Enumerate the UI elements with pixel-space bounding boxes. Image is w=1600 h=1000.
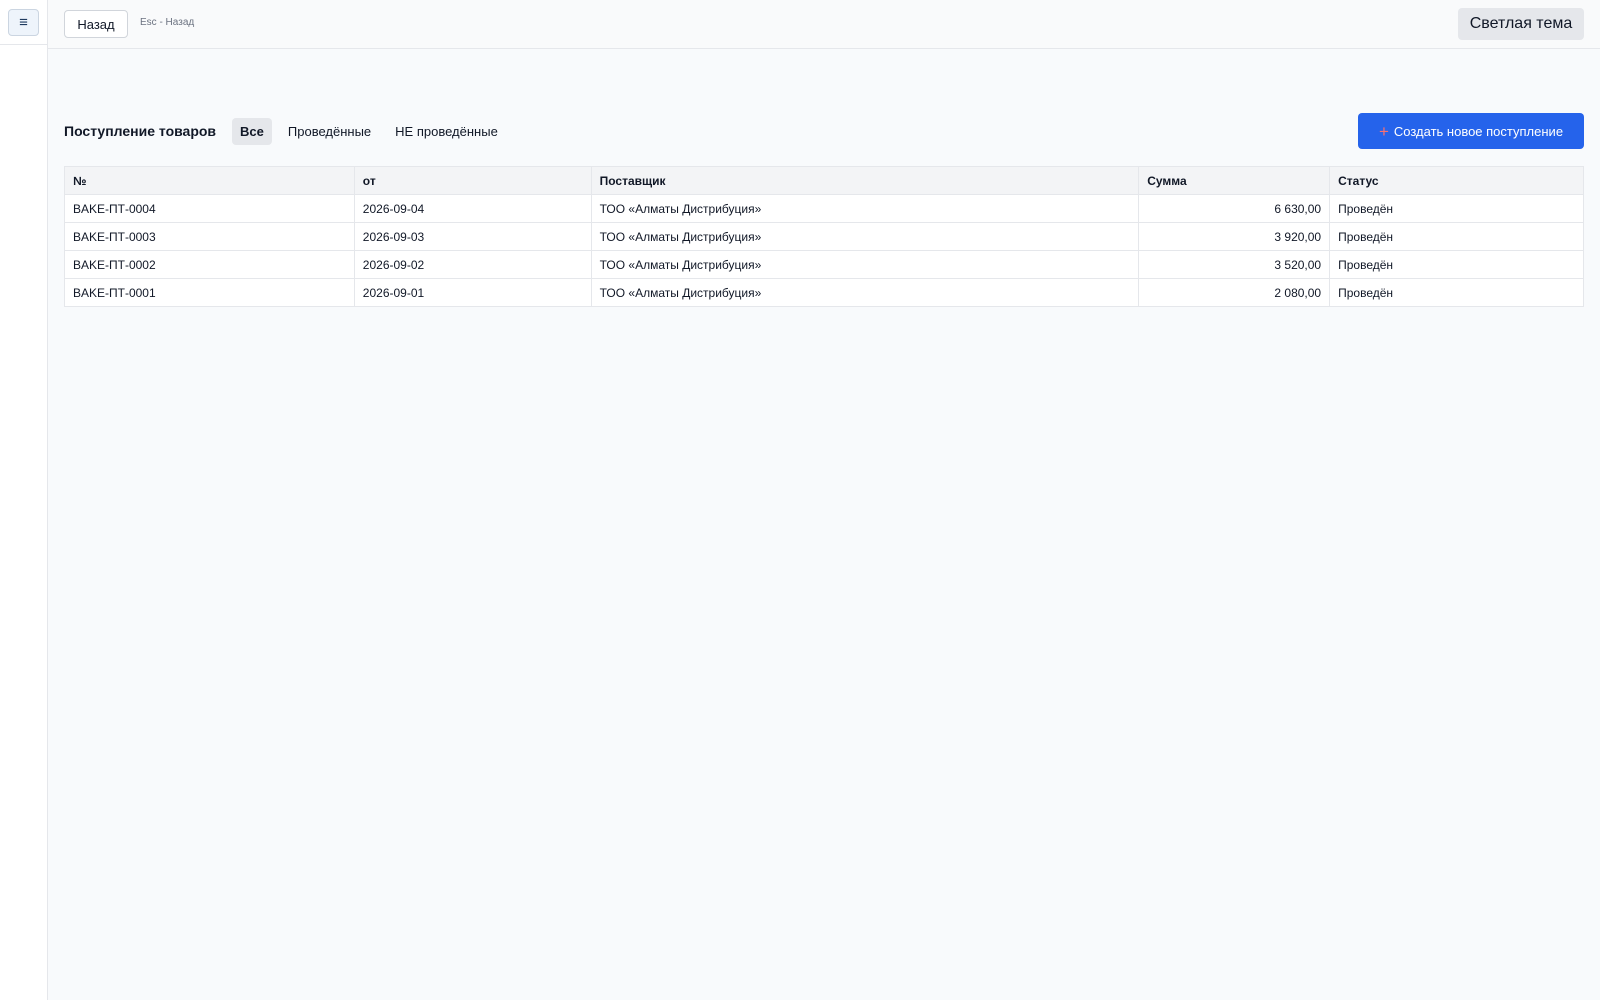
menu-icon[interactable]: ≡ [8, 8, 39, 36]
table-row[interactable]: BAKE-ПТ-0002 2026-09-02 ТОО «Алматы Дист… [64, 250, 1584, 279]
cell-status: Проведён [1329, 194, 1584, 223]
cell-date: 2026-09-03 [353, 222, 592, 251]
table-row[interactable]: BAKE-ПТ-0003 2026-09-03 ТОО «Алматы Дист… [64, 222, 1584, 251]
column-header-number[interactable]: № [64, 166, 355, 195]
sidebar-header: ≡ [0, 0, 47, 45]
plus-icon: + [1378, 121, 1389, 141]
main-content: Поступление товаров Все Проведённые НЕ п… [64, 113, 1584, 307]
cell-status: Проведён [1329, 222, 1584, 251]
cell-date: 2026-09-01 [353, 278, 592, 307]
cell-amount: 3 520,00 [1138, 250, 1331, 279]
cell-supplier: ТОО «Алматы Дистрибуция» [590, 250, 1140, 279]
page-header: Поступление товаров Все Проведённые НЕ п… [64, 113, 1584, 149]
table-row[interactable]: BAKE-ПТ-0001 2026-09-01 ТОО «Алматы Дист… [64, 278, 1584, 307]
filter-all[interactable]: Все [232, 117, 272, 145]
filter-not-posted[interactable]: НЕ проведённые [387, 118, 506, 145]
column-header-amount[interactable]: Сумма [1138, 166, 1331, 195]
receipts-table: № от Поставщик Сумма Статус BAKE-ПТ-0004… [64, 166, 1584, 307]
cell-status: Проведён [1329, 278, 1584, 307]
cell-status: Проведён [1329, 250, 1584, 279]
cell-amount: 2 080,00 [1138, 278, 1331, 307]
cell-amount: 3 920,00 [1138, 222, 1331, 251]
esc-hint: Esc - Назад [140, 17, 195, 28]
cell-number: BAKE-ПТ-0001 [64, 278, 355, 307]
table-header-row: № от Поставщик Сумма Статус [64, 166, 1584, 195]
cell-supplier: ТОО «Алматы Дистрибуция» [590, 194, 1140, 223]
create-receipt-label: Создать новое поступление [1393, 123, 1564, 139]
column-header-supplier[interactable]: Поставщик [590, 166, 1140, 195]
column-header-date[interactable]: от [353, 166, 592, 195]
cell-date: 2026-09-02 [353, 250, 592, 279]
cell-number: BAKE-ПТ-0003 [64, 222, 355, 251]
column-header-status[interactable]: Статус [1329, 166, 1584, 195]
page-title: Поступление товаров [64, 123, 217, 139]
cell-number: BAKE-ПТ-0004 [64, 194, 355, 223]
cell-amount: 6 630,00 [1138, 194, 1331, 223]
cell-date: 2026-09-04 [353, 194, 592, 223]
cell-supplier: ТОО «Алматы Дистрибуция» [590, 278, 1140, 307]
cell-supplier: ТОО «Алматы Дистрибуция» [590, 222, 1140, 251]
sidebar: ≡ [0, 0, 48, 1000]
table-row[interactable]: BAKE-ПТ-0004 2026-09-04 ТОО «Алматы Дист… [64, 194, 1584, 223]
topbar: Назад Esc - Назад Светлая тема [48, 0, 1600, 49]
theme-toggle-button[interactable]: Светлая тема [1458, 8, 1584, 40]
create-receipt-button[interactable]: + Создать новое поступление [1358, 113, 1584, 149]
filter-posted[interactable]: Проведённые [280, 118, 379, 145]
cell-number: BAKE-ПТ-0002 [64, 250, 355, 279]
back-button[interactable]: Назад [64, 10, 128, 38]
